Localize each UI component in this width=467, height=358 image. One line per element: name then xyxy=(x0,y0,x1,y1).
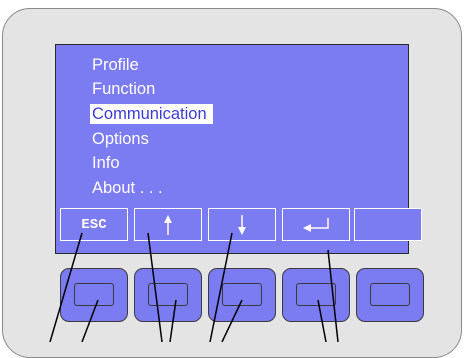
callout-line xyxy=(327,249,339,342)
callout-line xyxy=(221,299,243,342)
callout-line xyxy=(49,232,83,342)
callout-line xyxy=(317,299,327,342)
callout-line xyxy=(209,232,233,342)
callout-line xyxy=(147,232,163,342)
callout-lines xyxy=(49,232,339,342)
callout-line xyxy=(81,299,99,342)
callout-line xyxy=(169,299,177,342)
